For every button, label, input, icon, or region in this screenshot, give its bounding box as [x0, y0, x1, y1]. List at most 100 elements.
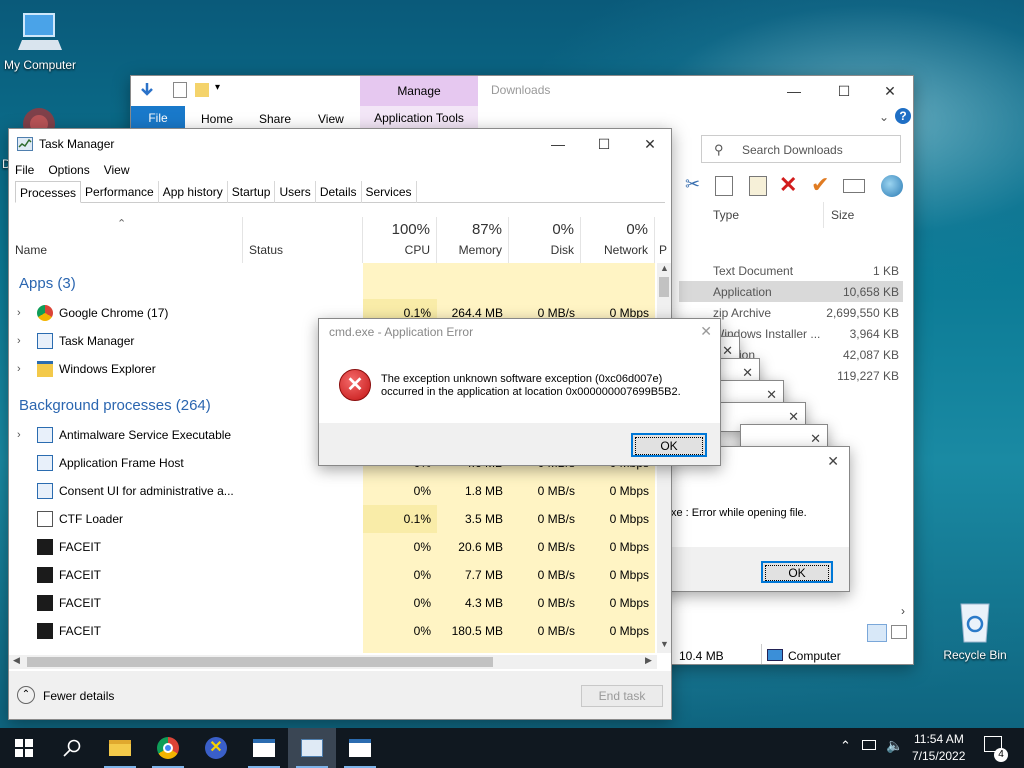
scroll-up-arrow[interactable]: ▲	[660, 263, 669, 273]
rename-icon[interactable]	[843, 179, 865, 193]
tab-home[interactable]: Home	[201, 112, 233, 126]
new-folder-icon[interactable]	[195, 83, 209, 97]
fewer-details-link[interactable]: Fewer details	[43, 689, 114, 703]
scroll-right-arrow[interactable]: ▶	[645, 655, 652, 666]
column-header-name[interactable]: Name	[9, 217, 243, 263]
end-task-button[interactable]: End task	[581, 685, 663, 707]
search-box[interactable]: ⚲ Search Downloads	[701, 135, 901, 163]
tab-file[interactable]: File	[131, 106, 185, 130]
tab-details[interactable]: Details	[316, 181, 362, 203]
search-button[interactable]	[48, 728, 96, 768]
desktop-icon-my-computer[interactable]: My Computer	[0, 10, 80, 72]
expand-chevron-icon[interactable]: ›	[17, 355, 21, 383]
maximize-button[interactable]: ☐	[581, 129, 627, 159]
expand-chevron-icon[interactable]: ›	[17, 421, 21, 449]
properties-globe-icon[interactable]	[881, 175, 903, 197]
quick-access-icon[interactable]	[139, 82, 155, 98]
column-header-power[interactable]: P	[659, 243, 667, 257]
tab-users[interactable]: Users	[275, 181, 316, 203]
tab-view[interactable]: View	[318, 112, 344, 126]
taskbar-chrome[interactable]	[144, 728, 192, 768]
close-icon[interactable]: ✕	[766, 387, 777, 403]
close-icon[interactable]: ✕	[722, 343, 733, 359]
process-row[interactable]: FACEIT 0% 4.3 MB 0 MB/s 0 Mbps	[9, 589, 663, 617]
clock-date[interactable]: 7/15/2022	[912, 749, 965, 763]
help-icon[interactable]: ?	[895, 108, 911, 124]
fewer-details-icon[interactable]: ⌃	[17, 686, 35, 704]
minimize-button[interactable]: —	[535, 129, 581, 159]
hscroll-thumb[interactable]	[27, 657, 493, 667]
cut-icon[interactable]: ✂	[685, 174, 700, 195]
scroll-thumb[interactable]	[659, 277, 669, 297]
scroll-down-arrow[interactable]: ▼	[660, 639, 669, 649]
process-net: 0 Mbps	[609, 484, 649, 498]
paste-icon[interactable]	[749, 176, 767, 196]
check-icon[interactable]: ✔	[811, 172, 829, 198]
faceit-icon	[37, 539, 53, 555]
close-icon[interactable]: ✕	[742, 365, 753, 381]
column-header-memory[interactable]: 87% Memory	[437, 217, 509, 263]
ok-button[interactable]: OK	[761, 561, 833, 583]
horizontal-scrollbar[interactable]: ◀ ▶	[9, 655, 657, 669]
close-button[interactable]: ✕	[627, 129, 673, 159]
tab-processes[interactable]: Processes	[15, 181, 82, 203]
process-row[interactable]: FACEIT 0% 7.7 MB 0 MB/s 0 Mbps	[9, 561, 663, 589]
start-button[interactable]	[0, 728, 48, 768]
menu-options[interactable]: Options	[42, 163, 97, 177]
taskbar-window-app[interactable]	[240, 728, 288, 768]
manage-tab[interactable]: Manage	[360, 76, 478, 106]
ok-button[interactable]: OK	[631, 433, 707, 457]
consent-icon	[37, 483, 53, 499]
process-disk: 0 MB/s	[537, 512, 575, 526]
network-icon[interactable]	[862, 740, 876, 750]
column-header-disk[interactable]: 0% Disk	[509, 217, 581, 263]
process-row[interactable]: CTF Loader 0.1% 3.5 MB 0 MB/s 0 Mbps	[9, 505, 663, 533]
tiles-view-button[interactable]	[891, 625, 907, 639]
column-header-status[interactable]: Status	[243, 217, 363, 263]
hscroll-right-arrow[interactable]: ›	[901, 604, 905, 618]
process-row[interactable]: FACEIT 0% 180.5 MB 0 MB/s 0 Mbps	[9, 617, 663, 645]
tab-application-tools[interactable]: Application Tools	[360, 106, 478, 130]
file-row[interactable]: Text Document 1 KB	[679, 260, 903, 281]
menu-view[interactable]: View	[98, 163, 138, 177]
maximize-button[interactable]: ☐	[821, 76, 867, 106]
taskbar-task-manager[interactable]	[288, 728, 336, 768]
file-row[interactable]: Application 10,658 KB	[679, 281, 903, 302]
tab-app-history[interactable]: App history	[159, 181, 228, 203]
tab-performance[interactable]: Performance	[81, 181, 159, 203]
close-icon[interactable]: ✕	[810, 431, 821, 447]
tab-startup[interactable]: Startup	[228, 181, 276, 203]
process-row[interactable]: FACEIT 0% 20.6 MB 0 MB/s 0 Mbps	[9, 533, 663, 561]
volume-icon[interactable]: 🔈	[886, 737, 903, 754]
close-icon[interactable]: ✕	[788, 409, 799, 425]
column-header-size[interactable]: Size	[831, 208, 854, 222]
close-icon[interactable]: ✕	[700, 323, 712, 340]
expand-chevron-icon[interactable]: ›	[17, 299, 21, 327]
copy-icon[interactable]	[715, 176, 733, 196]
taskbar-cmd-app[interactable]	[336, 728, 384, 768]
taskbar-app-x[interactable]: ✕	[192, 728, 240, 768]
taskbar-file-explorer[interactable]	[96, 728, 144, 768]
column-header-type[interactable]: Type	[713, 208, 739, 222]
minimize-button[interactable]: —	[771, 76, 817, 106]
details-view-button[interactable]	[867, 624, 887, 642]
column-header-cpu[interactable]: 100% CPU	[363, 217, 437, 263]
process-mem: 7.7 MB	[464, 568, 503, 582]
tab-share[interactable]: Share	[259, 112, 291, 126]
close-button[interactable]: ✕	[867, 76, 913, 106]
properties-icon[interactable]	[173, 82, 187, 98]
delete-icon[interactable]: ✕	[779, 172, 797, 198]
process-row[interactable]: Consent UI for administrative a... 0% 1.8 …	[9, 477, 663, 505]
tab-services[interactable]: Services	[362, 181, 417, 203]
scroll-left-arrow[interactable]: ◀	[13, 655, 20, 666]
shield-icon	[37, 427, 53, 443]
ribbon-collapse-icon[interactable]: ⌄	[879, 110, 889, 124]
column-header-network[interactable]: 0% Network	[581, 217, 655, 263]
menu-file[interactable]: File	[9, 163, 42, 177]
desktop-icon-recycle-bin[interactable]: Recycle Bin	[938, 600, 1012, 662]
clock-time[interactable]: 11:54 AM	[914, 732, 964, 746]
show-hidden-icons-icon[interactable]: ⌃	[840, 738, 851, 754]
qat-dropdown-icon[interactable]: ▾	[215, 82, 220, 93]
expand-chevron-icon[interactable]: ›	[17, 327, 21, 355]
close-icon[interactable]: ✕	[827, 453, 839, 470]
